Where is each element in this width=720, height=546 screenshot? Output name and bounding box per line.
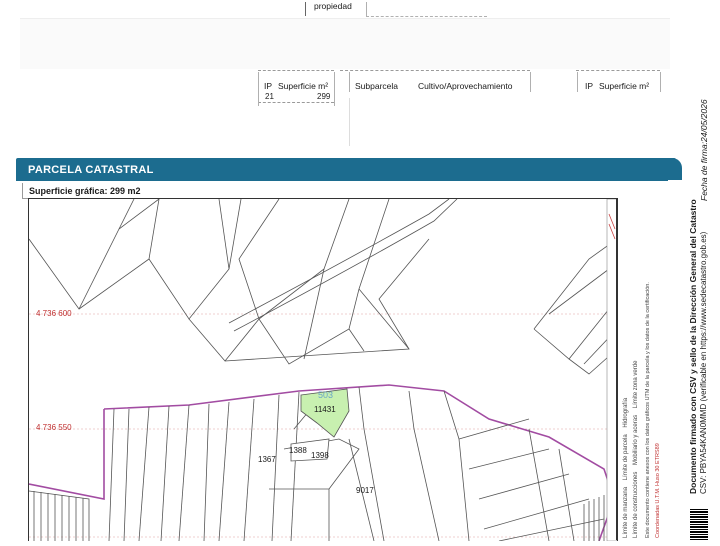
legend-item: Límite de manzana bbox=[623, 486, 629, 538]
col-ip2: IP bbox=[585, 81, 594, 91]
csv-line-1: Documento firmado con CSV y sello de la … bbox=[688, 199, 698, 494]
legend-item: Mobiliario y aceras bbox=[633, 414, 639, 465]
parcel-label-11431: 11431 bbox=[314, 405, 336, 414]
legend-item: Límite de construcciones bbox=[633, 471, 639, 538]
legend-note: Este documento contiene anexos con los d… bbox=[645, 282, 651, 538]
parcel-label-9017: 9017 bbox=[356, 486, 374, 495]
map-legend: Límite de manzana Límite de parcela Hidr… bbox=[616, 198, 669, 540]
cadastral-map bbox=[28, 198, 618, 542]
propiedad-label: propiedad bbox=[314, 1, 352, 11]
col-superficie: Superficie m² bbox=[278, 81, 329, 91]
col-subparcela: Subparcela bbox=[355, 81, 399, 91]
csv-signature-block: Documento firmado con CSV y sello de la … bbox=[682, 76, 712, 496]
legend-item: Límite de parcela bbox=[623, 434, 629, 481]
legend-utm: Coordenadas U.T.M. Huso 30 ETRS89 bbox=[655, 443, 661, 538]
col-superficie2: Superficie m² bbox=[599, 81, 650, 91]
parcel-label-1398: 1398 bbox=[311, 451, 329, 460]
coord-label-2: 4 736 550 bbox=[36, 423, 72, 432]
row-superficie: 299 bbox=[317, 92, 331, 101]
barcode bbox=[690, 508, 708, 540]
col-ip: IP bbox=[264, 81, 273, 91]
legend-item: Hidrografía bbox=[623, 397, 629, 428]
row-ip: 21 bbox=[265, 92, 274, 101]
parcel-label-1388: 1388 bbox=[289, 446, 307, 455]
csv-line-3: CSV: PBYA54KAN0MMD (verificable en https… bbox=[699, 231, 708, 494]
coord-label-1: 4 736 600 bbox=[36, 309, 72, 318]
parcel-label-503: 503 bbox=[318, 390, 334, 400]
parcel-label-1367: 1367 bbox=[258, 455, 276, 464]
legend-item: Límite zona verde bbox=[633, 360, 639, 409]
csv-date: Fecha de firma:24/05/2026 bbox=[699, 99, 709, 201]
legend-line-2: Límite de construcciones Mobiliario y ac… bbox=[633, 361, 639, 538]
section-title: PARCELA CATASTRAL bbox=[28, 164, 154, 176]
legend-line-1: Límite de manzana Límite de parcela Hidr… bbox=[623, 398, 629, 538]
col-cultivo: Cultivo/Aprovechamiento bbox=[418, 81, 513, 91]
map-svg bbox=[28, 198, 618, 542]
surface-label: Superficie gráfica: 299 m2 bbox=[29, 186, 141, 196]
